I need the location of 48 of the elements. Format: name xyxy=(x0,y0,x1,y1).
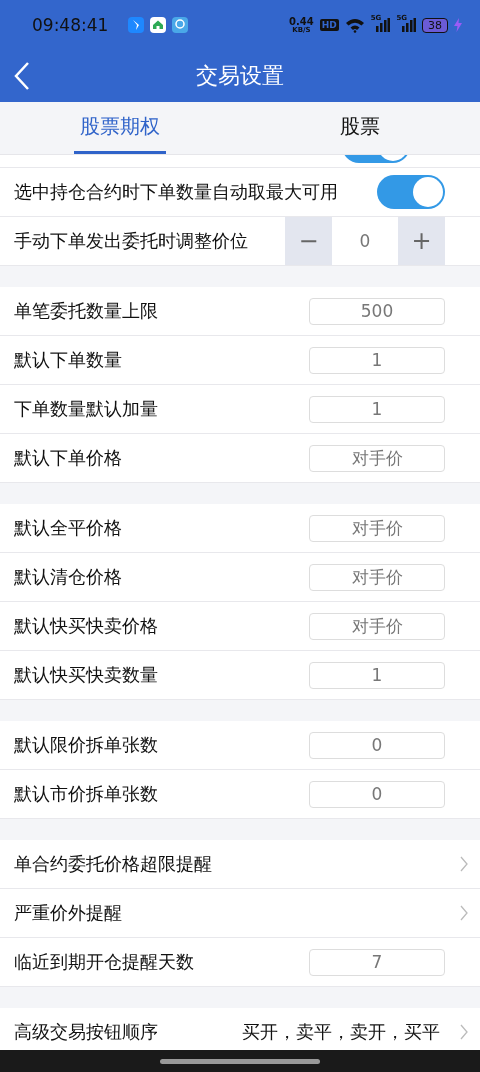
input-field[interactable]: 1 xyxy=(309,395,445,423)
decrement-button[interactable]: − xyxy=(285,217,332,265)
setting-label: 下单数量默认加量 xyxy=(14,397,159,421)
setting-label: 单笔委托数量上限 xyxy=(14,299,159,323)
battery-indicator: 38 xyxy=(422,17,448,33)
home-indicator[interactable] xyxy=(160,1058,320,1064)
chevron-right-icon[interactable] xyxy=(460,905,468,921)
input-field[interactable]: 7 xyxy=(309,948,445,976)
input-field[interactable]: 0 xyxy=(309,731,445,759)
input-field[interactable]: 0 xyxy=(309,780,445,808)
chevron-right-icon[interactable] xyxy=(460,1024,468,1040)
signal-icon xyxy=(376,18,391,32)
input-field[interactable]: 1 xyxy=(309,661,445,689)
signal-icon xyxy=(402,18,416,32)
setting-label: 默认全平价格 xyxy=(14,516,123,540)
tab[interactable]: 股票 xyxy=(314,102,406,154)
clock: 09:48:41 xyxy=(32,15,109,35)
setting-label: 默认清仓价格 xyxy=(14,565,123,589)
input-field[interactable]: 对手价 xyxy=(309,563,445,591)
stepper-value: 0 xyxy=(358,230,372,253)
input-field[interactable]: 对手价 xyxy=(309,514,445,542)
increment-button[interactable]: + xyxy=(398,217,445,265)
setting-label: 选中持仓合约时下单数量自动取最大可用 xyxy=(14,180,339,204)
setting-label: 默认快买快卖数量 xyxy=(14,663,159,687)
input-field[interactable]: 对手价 xyxy=(309,612,445,640)
input-field[interactable]: 500 xyxy=(309,297,445,325)
home-app-icon xyxy=(150,17,167,33)
chevron-right-icon[interactable] xyxy=(460,856,468,872)
setting-label: 默认下单数量 xyxy=(14,348,123,372)
input-field[interactable]: 1 xyxy=(309,346,445,374)
setting-label: 临近到期开仓提醒天数 xyxy=(14,950,195,974)
setting-label: 单合约委托价格超限提醒 xyxy=(14,852,213,876)
setting-label: 默认快买快卖价格 xyxy=(14,614,159,638)
back-icon[interactable] xyxy=(14,61,30,91)
input-field[interactable]: 对手价 xyxy=(309,444,445,472)
hd-indicator: HD xyxy=(319,19,339,31)
setting-label: 默认市价拆单张数 xyxy=(14,782,159,806)
setting-label: 高级交易按钮顺序 xyxy=(14,1020,159,1044)
app-icon xyxy=(172,17,189,33)
page-title: 交易设置 xyxy=(196,62,284,90)
wifi-icon xyxy=(344,17,365,33)
setting-value: 买开，卖平，卖开，买平 xyxy=(242,1020,440,1044)
toggle-switch[interactable] xyxy=(377,175,445,209)
setting-label: 默认限价拆单张数 xyxy=(14,733,159,757)
setting-label: 手动下单发出委托时调整价位 xyxy=(14,229,249,253)
setting-label: 严重价外提醒 xyxy=(14,901,123,925)
app-icon xyxy=(128,17,145,33)
setting-label: 默认下单价格 xyxy=(14,446,123,470)
